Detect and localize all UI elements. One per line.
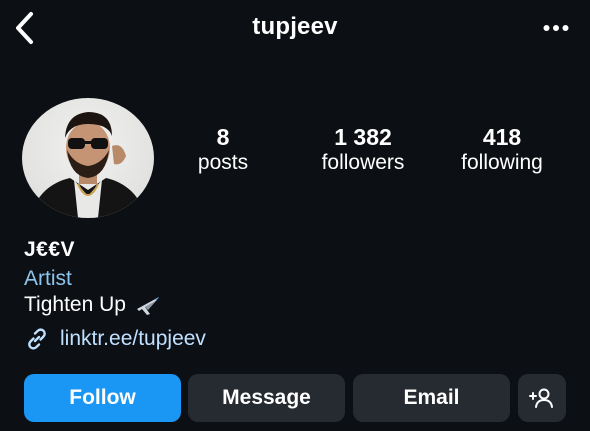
- category-label: Artist: [24, 267, 72, 290]
- profile-stats: 8 posts 1 382 followers 418 following: [0, 124, 590, 184]
- following-label: following: [461, 151, 543, 174]
- bio-link[interactable]: linktr.ee/tupjeev: [24, 326, 206, 352]
- followers-label: followers: [321, 151, 405, 174]
- top-bar: tupjeev: [0, 0, 590, 58]
- profile-bio: J€€V Artist Tighten Up linktr.ee/tupjeev: [24, 238, 206, 352]
- email-button[interactable]: Email: [353, 374, 510, 422]
- following-value: 418: [482, 124, 522, 150]
- add-person-icon: [529, 388, 553, 408]
- followers-count[interactable]: 1 382 followers: [298, 124, 428, 176]
- suggest-people-button[interactable]: [518, 374, 566, 422]
- message-button[interactable]: Message: [188, 374, 345, 422]
- bio-text-line: Tighten Up: [24, 292, 206, 318]
- bio-text: Tighten Up: [24, 293, 126, 316]
- posts-count[interactable]: 8 posts: [158, 124, 288, 176]
- bio-link-text: linktr.ee/tupjeev: [60, 327, 206, 350]
- profile-username: tupjeev: [252, 13, 338, 40]
- posts-value: 8: [216, 124, 230, 150]
- link-icon: [28, 328, 46, 350]
- posts-label: posts: [197, 151, 249, 174]
- follow-button[interactable]: Follow: [24, 374, 181, 422]
- more-horizontal-icon: [543, 25, 569, 31]
- display-name: J€€V: [24, 238, 76, 261]
- more-options-button[interactable]: [540, 14, 572, 42]
- airplane-icon: [136, 297, 159, 315]
- following-count[interactable]: 418 following: [437, 124, 567, 176]
- followers-value: 1 382: [334, 124, 392, 150]
